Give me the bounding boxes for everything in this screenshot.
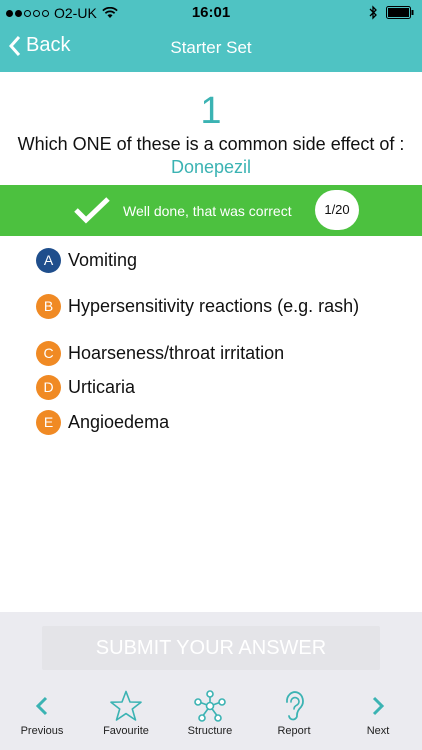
question-progress: 1/20 — [315, 190, 359, 230]
option-letter: A — [36, 247, 61, 273]
question-text: Which ONE of these is a common side effe… — [10, 133, 412, 179]
option-e[interactable]: E Angioedema — [36, 409, 169, 435]
network-icon — [194, 690, 226, 722]
option-letter: C — [36, 340, 61, 366]
feedback-banner: Well done, that was correct 1/20 — [0, 185, 422, 236]
status-time: 16:01 — [191, 4, 231, 21]
submit-answer-button[interactable]: SUBMIT YOUR ANSWER — [42, 626, 380, 670]
tab-label: Previous — [20, 725, 64, 737]
option-letter: E — [36, 409, 61, 435]
status-bar: O2-UK 16:01 — [0, 0, 422, 26]
chevron-left-icon — [35, 696, 48, 716]
option-letter: D — [36, 374, 61, 400]
favourite-button[interactable]: Favourite — [84, 690, 168, 737]
status-right — [369, 5, 414, 20]
option-d[interactable]: D Urticaria — [36, 374, 135, 400]
ear-icon — [286, 691, 304, 721]
tab-label: Next — [366, 725, 390, 737]
bottom-toolbar: Previous Favourite Structure Report Next — [0, 690, 422, 750]
option-text: Vomiting — [68, 249, 138, 270]
structure-button[interactable]: Structure — [168, 690, 252, 737]
option-text: Hoarseness/throat irritation — [68, 342, 285, 363]
option-letter: B — [36, 293, 61, 319]
option-a[interactable]: A Vomiting — [36, 247, 137, 273]
star-icon — [110, 690, 142, 721]
bluetooth-icon — [369, 5, 377, 20]
question-body: Which ONE of these is a common side effe… — [17, 134, 405, 154]
nav-title: Starter Set — [170, 38, 252, 57]
option-text: Urticaria — [68, 376, 136, 397]
next-button[interactable]: Next — [336, 690, 420, 737]
tab-label: Report — [277, 725, 311, 737]
option-b[interactable]: B Hypersensitivity reactions (e.g. rash) — [36, 293, 359, 319]
chevron-right-icon — [372, 696, 385, 716]
feedback-message: Well done, that was correct — [123, 203, 292, 219]
tab-label: Favourite — [103, 725, 149, 737]
navigation-bar: Back Starter Set — [0, 26, 422, 72]
tab-label: Structure — [187, 725, 233, 737]
question-number: 1 — [200, 90, 222, 132]
battery-icon — [386, 6, 414, 19]
option-c[interactable]: C Hoarseness/throat irritation — [36, 340, 284, 366]
checkmark-icon — [74, 197, 110, 224]
option-text: Angioedema — [68, 411, 170, 432]
drug-name: Donepezil — [170, 157, 252, 177]
previous-button[interactable]: Previous — [0, 690, 84, 737]
report-button[interactable]: Report — [252, 690, 336, 737]
option-text: Hypersensitivity reactions (e.g. rash) — [68, 295, 360, 316]
